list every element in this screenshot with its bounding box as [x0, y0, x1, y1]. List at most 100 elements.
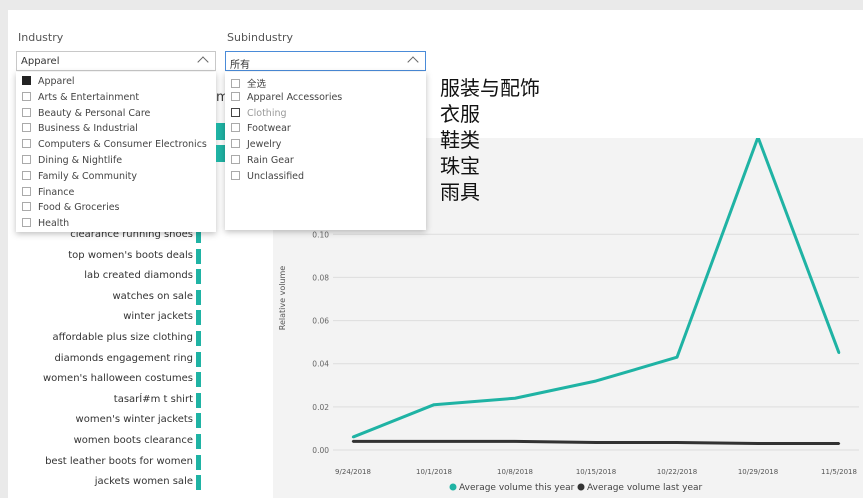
industry-option-label: Arts & Entertainment	[38, 91, 140, 103]
industry-option[interactable]: Computers & Consumer Electronics	[22, 139, 207, 154]
chinese-category-text: 服装与配饰	[440, 76, 540, 100]
industry-option[interactable]: Apparel	[22, 76, 75, 91]
subindustry-option-label: Footwear	[247, 123, 291, 135]
industry-option[interactable]: Business & Industrial	[22, 123, 138, 138]
checkbox-icon[interactable]	[231, 107, 240, 117]
data-point[interactable]	[594, 441, 598, 444]
x-tick-label: 10/8/2018	[497, 468, 533, 476]
keyword-bar[interactable]	[196, 392, 201, 408]
industry-option-label: Finance	[38, 186, 75, 198]
industry-option-label: Business & Industrial	[38, 123, 138, 135]
industry-option-label: Health	[38, 218, 70, 230]
industry-options-panel: Apparel Arts & Entertainment Beauty & Pers…	[16, 72, 216, 232]
chevron-up-icon[interactable]	[407, 56, 419, 68]
keyword-bar[interactable]	[196, 475, 201, 491]
keyword-label: best leather boots for women	[45, 455, 193, 467]
data-point[interactable]	[837, 442, 841, 445]
legend-label: Average volume last year	[587, 483, 702, 493]
keyword-label: women's halloween costumes	[43, 373, 193, 385]
data-point[interactable]	[837, 351, 841, 355]
keyword-label: jackets women sale	[94, 476, 193, 488]
data-point[interactable]	[594, 379, 598, 383]
data-point[interactable]	[513, 397, 517, 400]
subindustry-option-label: Clothing	[247, 107, 287, 119]
keyword-bar[interactable]	[196, 372, 201, 388]
chevron-up-icon[interactable]	[197, 56, 209, 68]
checkbox-icon[interactable]	[22, 76, 31, 85]
keyword-bar[interactable]	[196, 269, 201, 285]
keyword-bar[interactable]	[196, 351, 201, 367]
subindustry-option[interactable]: Unclassified	[231, 170, 304, 186]
data-point[interactable]	[351, 440, 355, 443]
keyword-bar[interactable]	[196, 331, 201, 346]
x-tick-label: 10/29/2018	[738, 468, 778, 476]
data-point[interactable]	[756, 442, 760, 445]
industry-option[interactable]: Health	[22, 218, 69, 232]
checkbox-icon[interactable]	[231, 79, 240, 88]
chinese-category-text: 衣服	[440, 102, 480, 126]
keyword-bar[interactable]	[196, 248, 201, 264]
checkbox-icon[interactable]	[231, 139, 240, 149]
industry-option[interactable]: Finance	[22, 186, 75, 202]
checkbox-icon[interactable]	[22, 91, 31, 101]
x-tick-label: 11/5/2018	[821, 468, 857, 476]
report-canvas: clearance running shoes top women's boots…	[8, 10, 863, 498]
data-point[interactable]	[432, 440, 436, 443]
y-tick-label: 0.04	[312, 360, 329, 369]
checkbox-icon[interactable]	[22, 155, 31, 164]
checkbox-icon[interactable]	[22, 218, 31, 228]
chinese-category-text: 雨具	[440, 180, 480, 204]
checkbox-icon[interactable]	[22, 139, 31, 149]
subindustry-option[interactable]: Jewelry	[231, 139, 281, 154]
subindustry-option-label: Apparel Accessories	[247, 91, 343, 103]
data-point[interactable]	[675, 441, 679, 444]
subindustry-option[interactable]: Rain Gear	[231, 155, 294, 170]
subindustry-option[interactable]: Clothing	[231, 107, 287, 123]
industry-option-label: Family & Community	[38, 170, 137, 182]
checkbox-icon[interactable]	[231, 91, 240, 101]
industry-option-label: Beauty & Personal Care	[38, 107, 151, 119]
subindustry-option-label: Rain Gear	[247, 155, 294, 166]
checkbox-icon[interactable]	[22, 170, 31, 180]
keyword-label: women boots clearance	[73, 435, 193, 446]
keyword-bar[interactable]	[196, 413, 201, 429]
y-tick-label: 0.06	[312, 317, 329, 326]
keyword-bar[interactable]	[196, 310, 201, 326]
subindustry-option[interactable]: Footwear	[231, 123, 291, 138]
checkbox-icon[interactable]	[22, 107, 31, 117]
keyword-label: top women's boots deals	[68, 249, 193, 261]
legend-marker	[577, 483, 585, 491]
keyword-label: lab created diamonds	[84, 270, 193, 282]
keyword-bar[interactable]	[196, 434, 201, 449]
data-point[interactable]	[351, 435, 355, 439]
industry-option[interactable]: Family & Community	[22, 170, 137, 186]
checkbox-icon[interactable]	[22, 123, 31, 133]
subindustry-dropdown[interactable]: 所有	[225, 51, 426, 71]
industry-option[interactable]: Beauty & Personal Care	[22, 107, 151, 123]
industry-option[interactable]: Dining & Nightlife	[22, 155, 122, 170]
industry-option-label: Dining & Nightlife	[38, 155, 123, 166]
checkbox-icon[interactable]	[231, 123, 240, 133]
data-point[interactable]	[432, 403, 436, 406]
industry-option[interactable]: Arts & Entertainment	[22, 91, 140, 107]
industry-label: Industry	[18, 31, 64, 44]
subindustry-option[interactable]: Apparel Accessories	[231, 91, 343, 107]
keyword-bar[interactable]	[196, 289, 201, 305]
checkbox-icon[interactable]	[22, 202, 31, 212]
checkbox-icon[interactable]	[231, 170, 240, 180]
industry-selected-value: Apparel	[21, 56, 60, 67]
data-point[interactable]	[513, 440, 517, 443]
industry-option[interactable]: Food & Groceries	[22, 202, 120, 217]
y-tick-label: 0.00	[312, 446, 329, 455]
y-axis-label: Relative volume	[278, 266, 287, 331]
keyword-label: diamonds engagement ring	[54, 352, 193, 364]
keyword-label: affordable plus size clothing	[52, 332, 193, 343]
data-point[interactable]	[675, 356, 679, 359]
subindustry-option-label: Jewelry	[247, 139, 282, 151]
subindustry-option[interactable]: 全选	[231, 76, 266, 91]
checkbox-icon[interactable]	[231, 155, 240, 164]
industry-dropdown[interactable]: Apparel	[16, 51, 216, 71]
chinese-category-text: 珠宝	[440, 154, 480, 178]
keyword-bar[interactable]	[196, 454, 201, 470]
checkbox-icon[interactable]	[22, 186, 31, 196]
